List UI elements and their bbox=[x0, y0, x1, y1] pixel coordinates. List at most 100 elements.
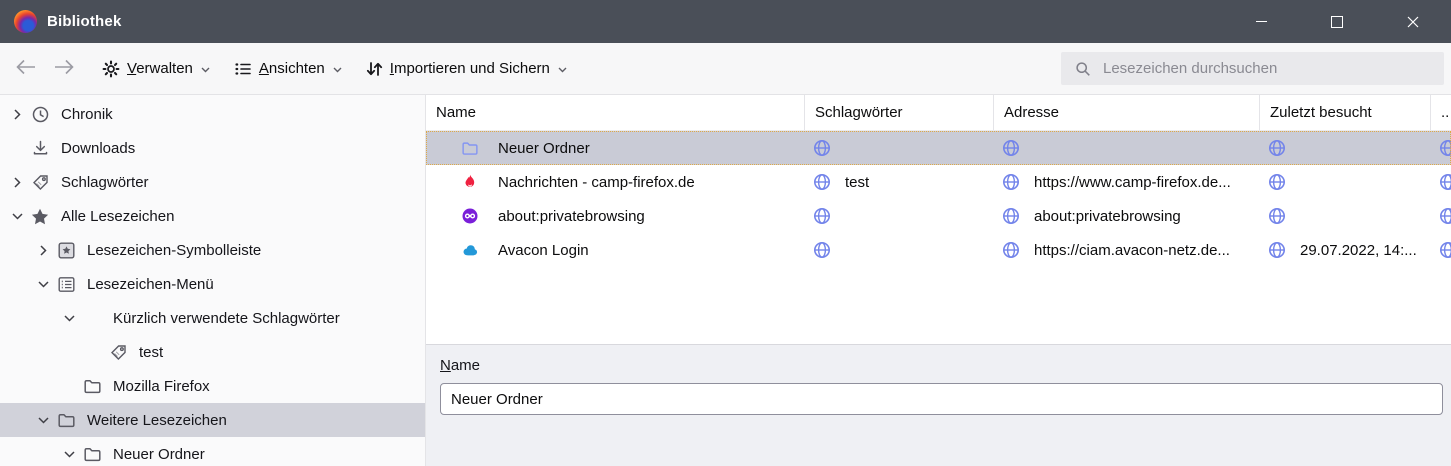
chevron-down-icon[interactable] bbox=[58, 315, 80, 322]
maximize-icon bbox=[1331, 16, 1343, 28]
maximize-button[interactable] bbox=[1299, 0, 1375, 43]
globe-icon bbox=[813, 207, 831, 225]
window-title: Bibliothek bbox=[47, 13, 122, 30]
cell-tags: test bbox=[805, 165, 994, 199]
chevron-down-icon bbox=[201, 67, 210, 73]
library-window: Bibliothek Verwalten Ansichten bbox=[0, 0, 1451, 466]
cell-name: Neuer Ordner bbox=[426, 131, 805, 165]
bookmark-title: about:privatebrowsing bbox=[498, 208, 645, 225]
main-panel: NameSchlagwörterAdresseZuletzt besucht..… bbox=[426, 95, 1451, 466]
sidebar-item-test[interactable]: test bbox=[0, 335, 425, 369]
table-row[interactable]: Avacon Login https://ciam.avacon-netz.de.… bbox=[426, 233, 1451, 267]
sidebar-item-chronik[interactable]: Chronik bbox=[0, 97, 425, 131]
sidebar-item-kürzlich-verwendete-schlagwörter[interactable]: Kürzlich verwendete Schlagwörter bbox=[0, 301, 425, 335]
cell-value: https://ciam.avacon-netz.de... bbox=[1034, 242, 1230, 259]
globe-icon bbox=[1002, 241, 1020, 259]
globe-icon bbox=[1439, 207, 1451, 225]
download-icon bbox=[30, 140, 50, 157]
globe-icon bbox=[813, 241, 831, 259]
close-icon bbox=[1407, 16, 1419, 28]
table-row[interactable]: about:privatebrowsingabout:privatebrowsi… bbox=[426, 199, 1451, 233]
globe-icon bbox=[1439, 139, 1451, 157]
sidebar-item-mozilla-firefox[interactable]: Mozilla Firefox bbox=[0, 369, 425, 403]
cell-address: https://ciam.avacon-netz.de... bbox=[994, 233, 1260, 267]
globe-icon bbox=[1268, 241, 1286, 259]
item-detail-pane: Name bbox=[426, 344, 1451, 466]
globe-icon bbox=[813, 173, 831, 191]
sidebar-item-label: Weitere Lesezeichen bbox=[87, 412, 227, 429]
close-button[interactable] bbox=[1375, 0, 1451, 43]
import-export-icon bbox=[366, 60, 383, 78]
manage-menu-button[interactable]: Verwalten bbox=[102, 60, 210, 78]
back-button[interactable] bbox=[12, 55, 40, 83]
column-header-name[interactable]: Name bbox=[426, 95, 805, 130]
folder-icon bbox=[82, 447, 102, 462]
cell-name: about:privatebrowsing bbox=[426, 199, 805, 233]
column-header-last_visited[interactable]: Zuletzt besucht bbox=[1260, 95, 1431, 130]
cell-value: https://www.camp-firefox.de... bbox=[1034, 174, 1231, 191]
table-row[interactable]: Neuer Ordner bbox=[426, 131, 1451, 165]
folder-icon bbox=[56, 413, 76, 428]
bookmarks-table: NameSchlagwörter Adresse Zuletzt besucht..… bbox=[426, 95, 1451, 344]
forward-button[interactable] bbox=[50, 55, 78, 83]
table-header-row: NameSchlagwörter Adresse Zuletzt besucht.. bbox=[426, 95, 1451, 131]
bookmarks-toolbar-icon bbox=[56, 242, 76, 259]
tag-icon bbox=[30, 174, 50, 191]
chevron-right-icon[interactable] bbox=[6, 109, 28, 120]
views-menu-label: Ansichten bbox=[259, 60, 325, 77]
chevron-down-icon[interactable] bbox=[32, 417, 54, 424]
sidebar-item-downloads[interactable]: Downloads bbox=[0, 131, 425, 165]
globe-icon bbox=[813, 139, 831, 157]
star-icon bbox=[30, 208, 50, 225]
forward-icon bbox=[52, 55, 76, 83]
sidebar-item-label: Alle Lesezeichen bbox=[61, 208, 174, 225]
chevron-down-icon bbox=[558, 67, 567, 73]
gear-icon bbox=[102, 60, 120, 78]
titlebar: Bibliothek bbox=[0, 0, 1451, 43]
folder-icon bbox=[82, 379, 102, 394]
chevron-down-icon[interactable] bbox=[58, 451, 80, 458]
sidebar-item-schlagwörter[interactable]: Schlagwörter bbox=[0, 165, 425, 199]
cell-last_visited: 29.07.2022, 14:... bbox=[1260, 233, 1431, 267]
minimize-button[interactable] bbox=[1223, 0, 1299, 43]
folder-tree-sidebar: Chronik Downloads Schlagwörter Alle Lesezei… bbox=[0, 95, 426, 466]
chevron-down-icon bbox=[333, 67, 342, 73]
column-header-label: .. bbox=[1441, 104, 1449, 121]
library-content: Chronik Downloads Schlagwörter Alle Lesezei… bbox=[0, 95, 1451, 466]
sidebar-item-label: Downloads bbox=[61, 140, 135, 157]
import-backup-menu-button[interactable]: Importieren und Sichern bbox=[366, 60, 567, 78]
sidebar-item-weitere-lesezeichen[interactable]: Weitere Lesezeichen bbox=[0, 403, 425, 437]
column-header-tags[interactable]: Schlagwörter bbox=[805, 95, 994, 130]
views-menu-button[interactable]: Ansichten bbox=[234, 60, 342, 78]
sidebar-item-neuer-ordner[interactable]: Neuer Ordner bbox=[0, 437, 425, 466]
sidebar-item-lesezeichen-menü[interactable]: Lesezeichen-Menü bbox=[0, 267, 425, 301]
column-header-overflow[interactable]: .. bbox=[1431, 95, 1451, 130]
column-header-label: Zuletzt besucht bbox=[1270, 104, 1372, 121]
name-field-input[interactable] bbox=[440, 383, 1443, 415]
bookmark-search-box[interactable] bbox=[1061, 52, 1444, 85]
column-header-label: Adresse bbox=[1004, 104, 1059, 121]
library-toolbar: Verwalten Ansichten Importieren und Sich… bbox=[0, 43, 1451, 95]
cell-tags bbox=[805, 199, 994, 233]
chevron-down-icon[interactable] bbox=[6, 213, 28, 220]
sidebar-item-lesezeichen-symbolleiste[interactable]: Lesezeichen-Symbolleiste bbox=[0, 233, 425, 267]
search-input[interactable] bbox=[1101, 59, 1434, 78]
chevron-right-icon[interactable] bbox=[32, 245, 54, 256]
cell-overflow bbox=[1431, 233, 1451, 267]
chevron-right-icon[interactable] bbox=[6, 177, 28, 188]
firefox-logo-icon bbox=[14, 10, 37, 33]
cell-name: Avacon Login bbox=[426, 233, 805, 267]
minimize-icon bbox=[1256, 21, 1267, 22]
bookmark-title: Neuer Ordner bbox=[498, 140, 590, 157]
cell-overflow bbox=[1431, 131, 1451, 165]
cell-address bbox=[994, 131, 1260, 165]
cloud-icon bbox=[462, 243, 478, 257]
bookmark-title: Nachrichten - camp-firefox.de bbox=[498, 174, 695, 191]
sidebar-item-alle-lesezeichen[interactable]: Alle Lesezeichen bbox=[0, 199, 425, 233]
table-row[interactable]: Nachrichten - camp-firefox.de test https:/… bbox=[426, 165, 1451, 199]
chevron-down-icon[interactable] bbox=[32, 281, 54, 288]
search-icon bbox=[1073, 61, 1093, 77]
column-header-address[interactable]: Adresse bbox=[994, 95, 1260, 130]
tag-icon bbox=[108, 344, 128, 361]
import-backup-menu-label: Importieren und Sichern bbox=[390, 60, 550, 77]
